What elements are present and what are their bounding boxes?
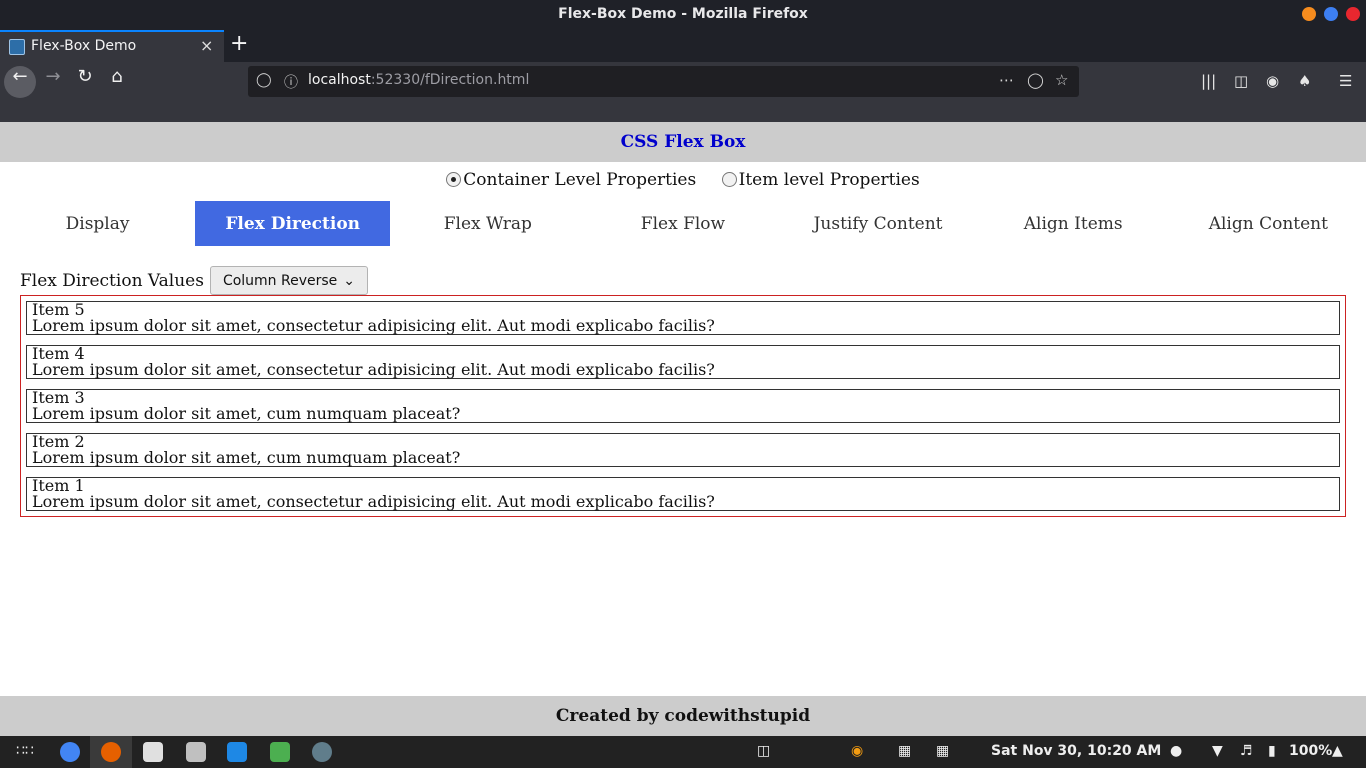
window-titlebar: Flex-Box Demo - Mozilla Firefox: [0, 0, 1366, 28]
battery-icon[interactable]: ▮: [1268, 743, 1276, 759]
select-value: Column Reverse: [222, 272, 338, 289]
tray-expand-icon[interactable]: ▲: [1332, 743, 1343, 759]
toolbar-spacer: [0, 102, 1366, 122]
update-icon[interactable]: ◉: [851, 743, 863, 759]
extension-icon[interactable]: ♠: [1298, 72, 1311, 90]
item-text: Lorem ipsum dolor sit amet, consectetur …: [32, 316, 715, 335]
tab-align-content[interactable]: Align Content: [1171, 201, 1366, 246]
tab-display[interactable]: Display: [0, 201, 195, 246]
flex-item: Item 5 Lorem ipsum dolor sit amet, conse…: [26, 301, 1340, 335]
volume-icon[interactable]: ♬: [1240, 743, 1253, 759]
forward-icon[interactable]: →: [37, 66, 69, 98]
calendar-icon[interactable]: [186, 742, 206, 762]
flex-item: Item 4 Lorem ipsum dolor sit amet, conse…: [26, 345, 1340, 379]
minimize-button[interactable]: [1302, 7, 1316, 21]
account-icon[interactable]: ◉: [1266, 72, 1279, 90]
tab-align-items[interactable]: Align Items: [976, 201, 1171, 246]
notification-dot-icon: ●: [1170, 743, 1183, 759]
back-icon[interactable]: ←: [4, 66, 36, 98]
flex-item: Item 1 Lorem ipsum dolor sit amet, conse…: [26, 477, 1340, 511]
flex-direction-controls: Flex Direction Values Column Reverse ⌄: [20, 266, 369, 295]
chip-icon[interactable]: ▦: [898, 743, 911, 759]
os-taskbar: ∷∷ ◫ ◉ ▦ ▦ Sat Nov 30, 10:20 AM ● ▼ ♬ ▮ …: [0, 736, 1366, 768]
maximize-button[interactable]: [1324, 7, 1338, 21]
item-text: Lorem ipsum dolor sit amet, cum numquam …: [32, 448, 461, 467]
item-text: Lorem ipsum dolor sit amet, consectetur …: [32, 360, 715, 379]
library-icon[interactable]: |||: [1201, 72, 1216, 90]
pocket-icon[interactable]: ◯: [1027, 71, 1044, 89]
navigation-toolbar: ← → ↻ ⌂ ◯ ⓘ localhost:52330/fDirection.h…: [0, 62, 1366, 102]
page-header: CSS Flex Box: [0, 122, 1366, 162]
url-path: :52330/fDirection.html: [370, 72, 530, 88]
new-tab-button[interactable]: +: [230, 31, 248, 56]
tab-flex-wrap[interactable]: Flex Wrap: [390, 201, 585, 246]
chevron-down-icon: ⌄: [343, 272, 356, 289]
radio-label: Container Level Properties: [463, 170, 697, 190]
radio-item-level[interactable]: Item level Properties: [721, 170, 920, 190]
reload-icon[interactable]: ↻: [69, 66, 101, 98]
info-icon[interactable]: ⓘ: [284, 72, 298, 92]
radio-button[interactable]: [721, 172, 737, 187]
bookmark-star-icon[interactable]: ☆: [1055, 71, 1068, 89]
flex-direction-select[interactable]: Column Reverse ⌄: [209, 266, 369, 295]
sidebar-icon[interactable]: ◫: [1234, 72, 1248, 90]
more-icon[interactable]: ⋯: [999, 71, 1014, 89]
url-text[interactable]: localhost:52330/fDirection.html: [308, 72, 529, 88]
battery-percentage: 100%: [1289, 743, 1333, 759]
app-grid-icon[interactable]: ∷∷: [16, 743, 34, 759]
flex-item: Item 3 Lorem ipsum dolor sit amet, cum n…: [26, 389, 1340, 423]
tab-flex-direction[interactable]: Flex Direction: [195, 201, 391, 246]
vscode-icon[interactable]: [227, 742, 247, 762]
address-bar[interactable]: ◯ ⓘ localhost:52330/fDirection.html ⋯ ◯ …: [248, 66, 1079, 97]
page-footer: Created by codewithstupid: [0, 696, 1366, 736]
chrome-icon[interactable]: [60, 742, 80, 762]
clock[interactable]: Sat Nov 30, 10:20 AM: [991, 743, 1161, 759]
tab-strip: Flex-Box Demo × +: [0, 28, 1366, 62]
window-title: Flex-Box Demo - Mozilla Firefox: [558, 6, 808, 22]
item-text: Lorem ipsum dolor sit amet, consectetur …: [32, 492, 715, 511]
flex-item: Item 2 Lorem ipsum dolor sit amet, cum n…: [26, 433, 1340, 467]
flex-container: Item 5 Lorem ipsum dolor sit amet, conse…: [20, 295, 1346, 517]
tab-close-icon[interactable]: ×: [200, 36, 213, 55]
url-host: localhost: [308, 72, 371, 88]
workspaces-icon[interactable]: ▦: [936, 743, 949, 759]
files-icon[interactable]: [143, 742, 163, 762]
favicon-icon: [9, 39, 25, 55]
screen-icon[interactable]: ◫: [757, 743, 770, 759]
spreadsheet-icon[interactable]: [270, 742, 290, 762]
window-controls: [1302, 7, 1360, 21]
item-text: Lorem ipsum dolor sit amet, cum numquam …: [32, 404, 461, 423]
page-title: CSS Flex Box: [620, 132, 746, 152]
wifi-icon[interactable]: ▼: [1212, 743, 1223, 759]
property-tabs: Display Flex Direction Flex Wrap Flex Fl…: [0, 201, 1366, 246]
browser-tab[interactable]: Flex-Box Demo ×: [0, 30, 224, 62]
home-icon[interactable]: ⌂: [101, 66, 133, 98]
shield-icon[interactable]: ◯: [256, 72, 272, 88]
radio-container-level[interactable]: Container Level Properties: [446, 170, 696, 190]
tab-justify-content[interactable]: Justify Content: [781, 201, 976, 246]
radio-label: Item level Properties: [738, 170, 920, 190]
settings-app-icon[interactable]: [312, 742, 332, 762]
browser-tab-label: Flex-Box Demo: [31, 38, 137, 54]
tab-flex-flow[interactable]: Flex Flow: [585, 201, 780, 246]
menu-icon[interactable]: ☰: [1339, 72, 1352, 90]
close-window-button[interactable]: [1346, 7, 1360, 21]
property-level-radios: Container Level Properties Item level Pr…: [0, 170, 1366, 190]
radio-button-checked[interactable]: [446, 172, 462, 187]
flex-direction-label: Flex Direction Values: [20, 270, 204, 291]
firefox-icon[interactable]: [101, 742, 121, 762]
